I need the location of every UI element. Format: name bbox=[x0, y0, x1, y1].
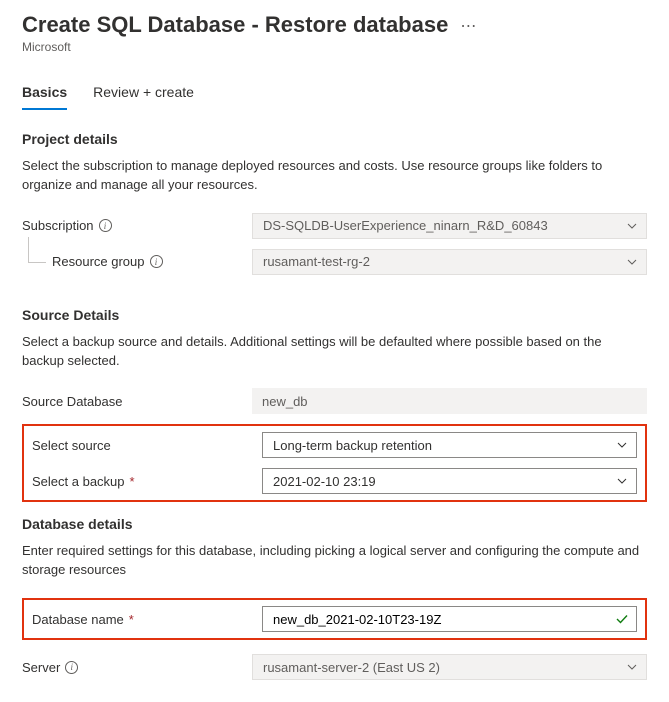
chevron-down-icon bbox=[626, 256, 638, 268]
source-details-heading: Source Details bbox=[22, 307, 647, 323]
chevron-down-icon bbox=[626, 220, 638, 232]
project-details-heading: Project details bbox=[22, 131, 647, 147]
database-details-heading: Database details bbox=[22, 516, 647, 532]
chevron-down-icon bbox=[616, 439, 628, 451]
resource-group-label: Resource group i bbox=[52, 254, 252, 269]
info-icon[interactable]: i bbox=[65, 661, 78, 674]
source-highlight-box: Select source Long-term backup retention… bbox=[22, 424, 647, 502]
source-database-label: Source Database bbox=[22, 394, 252, 409]
info-icon[interactable]: i bbox=[99, 219, 112, 232]
database-name-label: Database name * bbox=[32, 612, 262, 627]
select-backup-label: Select a backup * bbox=[32, 474, 262, 489]
more-actions-icon[interactable]: ⋯ bbox=[460, 16, 478, 36]
server-label: Server i bbox=[22, 660, 252, 675]
valid-check-icon bbox=[615, 612, 629, 626]
select-source-dropdown[interactable]: Long-term backup retention bbox=[262, 432, 637, 458]
tabs-bar: Basics Review + create bbox=[22, 84, 647, 111]
publisher-label: Microsoft bbox=[22, 40, 647, 54]
tab-basics[interactable]: Basics bbox=[22, 84, 67, 110]
tab-review-create[interactable]: Review + create bbox=[93, 84, 194, 110]
database-name-highlight-box: Database name * bbox=[22, 598, 647, 640]
info-icon[interactable]: i bbox=[150, 255, 163, 268]
subscription-label: Subscription i bbox=[22, 218, 252, 233]
select-backup-dropdown[interactable]: 2021-02-10 23:19 bbox=[262, 468, 637, 494]
project-details-desc: Select the subscription to manage deploy… bbox=[22, 157, 647, 195]
database-name-input[interactable] bbox=[262, 606, 637, 632]
resource-group-select[interactable]: rusamant-test-rg-2 bbox=[252, 249, 647, 275]
indent-connector bbox=[28, 237, 46, 263]
subscription-select[interactable]: DS-SQLDB-UserExperience_ninarn_R&D_60843 bbox=[252, 213, 647, 239]
chevron-down-icon bbox=[626, 661, 638, 673]
database-details-desc: Enter required settings for this databas… bbox=[22, 542, 647, 580]
page-title: Create SQL Database - Restore database bbox=[22, 12, 448, 38]
source-database-value: new_db bbox=[252, 388, 647, 414]
select-source-label: Select source bbox=[32, 438, 262, 453]
source-details-desc: Select a backup source and details. Addi… bbox=[22, 333, 647, 371]
server-select[interactable]: rusamant-server-2 (East US 2) bbox=[252, 654, 647, 680]
chevron-down-icon bbox=[616, 475, 628, 487]
